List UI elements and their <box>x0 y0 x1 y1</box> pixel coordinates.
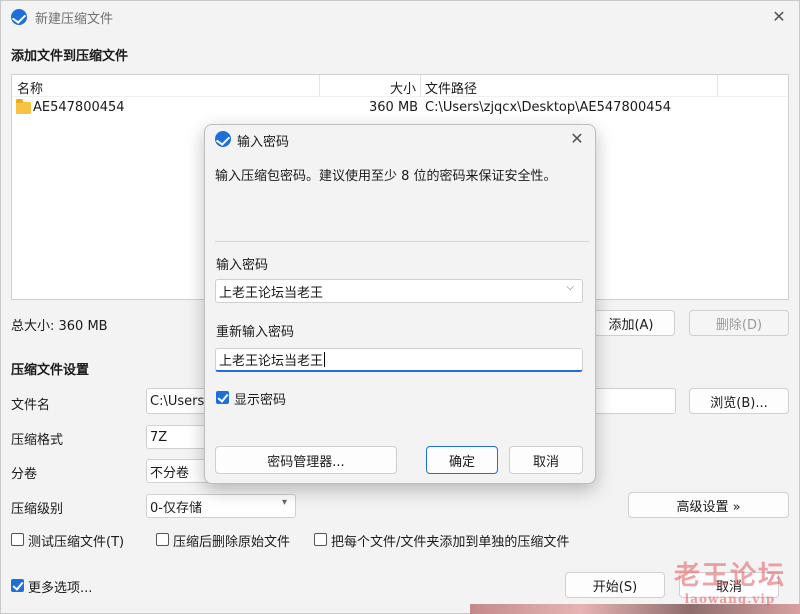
level-label: 压缩级别 <box>11 502 64 517</box>
level-value: 0-仅存储 <box>150 500 202 516</box>
browse-button[interactable]: 浏览(B)... <box>689 388 789 414</box>
confirm-password-label: 重新输入密码 <box>216 325 295 340</box>
filename-label: 文件名 <box>11 398 51 413</box>
file-size: 360 MB <box>369 100 419 115</box>
password-dialog: 输入密码 ✕ 输入压缩包密码。建议使用至少 8 位的密码来保证安全性。 输入密码… <box>204 124 596 484</box>
table-row[interactable]: AE547800454 360 MB C:\Users\zjqcx\Deskto… <box>12 98 788 120</box>
password-input[interactable]: 上老王论坛当老王 ⌵ <box>215 279 583 303</box>
confirm-password-value: 上老王论坛当老王 <box>219 354 324 369</box>
app-logo-icon <box>215 131 231 147</box>
total-size: 总大小: 360 MB <box>11 319 108 334</box>
password-manager-button[interactable]: 密码管理器... <box>215 446 397 474</box>
column-divider[interactable] <box>319 75 320 97</box>
column-divider[interactable] <box>717 75 718 97</box>
file-name: AE547800454 <box>33 100 125 115</box>
level-select[interactable]: 0-仅存储 ▾ <box>146 494 296 518</box>
column-name-header[interactable]: 名称 <box>17 78 43 97</box>
text-caret <box>324 352 326 367</box>
test-archive-checkbox[interactable] <box>11 533 24 546</box>
ok-button[interactable]: 确定 <box>426 446 498 474</box>
column-divider[interactable] <box>420 75 421 97</box>
watermark: 老王论坛 laowang.vip <box>674 555 786 606</box>
folder-icon <box>16 99 31 114</box>
add-files-heading: 添加文件到压缩文件 <box>11 49 129 64</box>
dialog-title: 输入密码 <box>237 135 290 150</box>
password-label: 输入密码 <box>216 258 269 273</box>
delete-after-checkbox[interactable] <box>156 533 169 546</box>
chevron-down-icon[interactable]: ⌵ <box>566 282 574 293</box>
delete-after-label[interactable]: 压缩后删除原始文件 <box>173 531 290 550</box>
split-value: 不分卷 <box>150 465 190 481</box>
more-options-label[interactable]: 更多选项... <box>28 577 92 596</box>
file-path: C:\Users\zjqcx\Desktop\AE547800454 <box>425 100 672 115</box>
show-password-checkbox[interactable] <box>216 391 229 404</box>
add-button[interactable]: 添加(A) <box>587 310 675 336</box>
watermark-url: laowang.vip <box>684 592 776 606</box>
separate-archives-label[interactable]: 把每个文件/文件夹添加到单独的压缩文件 <box>331 531 569 550</box>
column-size-header[interactable]: 大小 <box>390 78 416 97</box>
format-value: 7Z <box>150 429 168 445</box>
watermark-title: 老王论坛 <box>673 561 786 591</box>
test-archive-label[interactable]: 测试压缩文件(T) <box>28 531 124 550</box>
column-path-header[interactable]: 文件路径 <box>425 78 477 97</box>
start-button[interactable]: 开始(S) <box>565 572 665 598</box>
advanced-settings-button[interactable]: 高级设置 » <box>628 492 789 518</box>
settings-heading: 压缩文件设置 <box>11 363 90 378</box>
window-title: 新建压缩文件 <box>35 11 114 27</box>
dialog-cancel-button[interactable]: 取消 <box>509 446 583 474</box>
split-label: 分卷 <box>11 467 38 482</box>
password-value: 上老王论坛当老王 <box>219 285 324 301</box>
delete-button[interactable]: 删除(D) <box>689 310 789 336</box>
confirm-password-input[interactable]: 上老王论坛当老王 <box>215 348 583 372</box>
more-options-checkbox[interactable] <box>11 579 24 592</box>
divider <box>215 241 589 242</box>
file-list-header: 名称 大小 文件路径 <box>12 75 788 97</box>
chevron-down-icon: ▾ <box>281 497 287 508</box>
title-bar: 新建压缩文件 ✕ <box>1 1 799 33</box>
app-logo-icon <box>11 9 27 25</box>
show-password-label[interactable]: 显示密码 <box>234 389 286 408</box>
separate-archives-checkbox[interactable] <box>314 533 327 546</box>
dialog-description: 输入压缩包密码。建议使用至少 8 位的密码来保证安全性。 <box>215 169 557 184</box>
format-label: 压缩格式 <box>11 433 64 448</box>
close-icon[interactable]: ✕ <box>767 5 791 29</box>
dialog-close-icon[interactable]: ✕ <box>565 127 589 151</box>
